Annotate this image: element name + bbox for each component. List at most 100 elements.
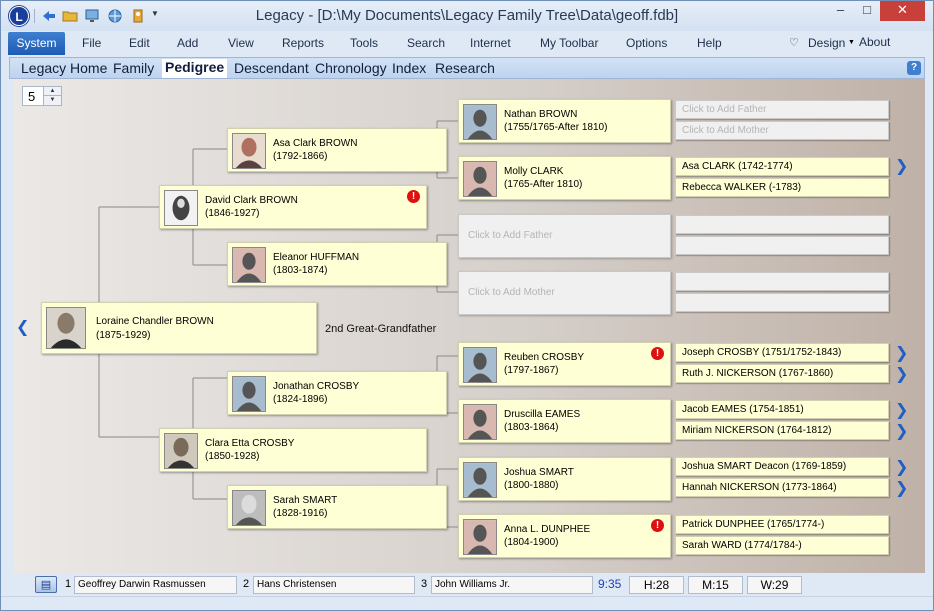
tab-search[interactable]: Search — [407, 36, 445, 50]
minimize-button[interactable]: – — [827, 1, 854, 21]
gen5-slot[interactable] — [675, 272, 889, 291]
tab-research[interactable]: Research — [435, 60, 495, 76]
tab-add[interactable]: Add — [177, 36, 198, 50]
person-name: Nathan BROWN — [504, 109, 578, 120]
person-name: Molly CLARK — [504, 166, 564, 177]
person-dates: (1846-1927) — [205, 208, 260, 219]
person-card-gg-7[interactable]: Joshua SMART (1800-1880) — [458, 457, 671, 501]
gen5-slot[interactable]: Asa CLARK (1742-1774) — [675, 157, 889, 176]
gen5-slot[interactable]: Jacob EAMES (1754-1851) — [675, 400, 889, 419]
book-icon[interactable]: ▤ — [35, 576, 57, 593]
gen5-slot[interactable]: Hannah NICKERSON (1773-1864) — [675, 478, 889, 497]
tab-family[interactable]: Family — [113, 60, 154, 76]
tab-view[interactable]: View — [228, 36, 254, 50]
tab-options[interactable]: Options — [626, 36, 667, 50]
person-dates: (1824-1896) — [273, 394, 328, 405]
gen5-slot[interactable]: Rebecca WALKER (-1783) — [675, 178, 889, 197]
tab-help[interactable]: Help — [697, 36, 722, 50]
chevron-right-icon[interactable]: ❯ — [895, 421, 908, 441]
person-card-gg-6[interactable]: Druscilla EAMES (1803-1864) — [458, 399, 671, 443]
person-dates: (1850-1928) — [205, 451, 260, 462]
male-silhouette-icon — [463, 347, 497, 383]
gen5-slot[interactable]: Sarah WARD (1774/1784-) — [675, 536, 889, 555]
person-card-maternal-grandmother[interactable]: Sarah SMART (1828-1916) — [227, 485, 447, 529]
chevron-right-icon[interactable]: ❯ — [895, 343, 908, 363]
window-title: Legacy - [D:\My Documents\Legacy Family … — [255, 7, 679, 24]
clock-time: 9:35 — [598, 577, 622, 591]
tab-my-toolbar[interactable]: My Toolbar — [540, 36, 598, 50]
person-dates: (1797-1867) — [504, 365, 559, 376]
tab-reports[interactable]: Reports — [282, 36, 324, 50]
person-dates: (1875-1929) — [96, 330, 151, 341]
person-card-gg-2[interactable]: Molly CLARK (1765-After 1810) — [458, 156, 671, 200]
chevron-right-icon[interactable]: ❯ — [895, 457, 908, 477]
person-card-paternal-grandfather[interactable]: Asa Clark BROWN (1792-1866) — [227, 128, 447, 172]
chevron-right-icon[interactable]: ❯ — [895, 478, 908, 498]
about-menu[interactable]: About — [859, 35, 890, 49]
person-name: Loraine Chandler BROWN — [96, 316, 214, 327]
gen5-slot[interactable]: Click to Add Father — [675, 100, 889, 119]
ribbon-tabs: System File Edit Add View Reports Tools … — [1, 32, 933, 55]
bookmark-number: 3 — [421, 578, 428, 590]
close-button[interactable]: ✕ — [880, 1, 925, 21]
tab-pedigree[interactable]: Pedigree — [162, 59, 228, 78]
portrait-photo — [232, 490, 266, 526]
male-silhouette-icon — [463, 104, 497, 140]
portrait-photo — [46, 307, 86, 349]
portrait-photo — [232, 133, 266, 169]
tab-file[interactable]: File — [82, 36, 101, 50]
add-mother-card[interactable]: Click to Add Mother — [458, 271, 671, 315]
tab-system[interactable]: System — [8, 32, 65, 55]
tab-descendant[interactable]: Descendant — [234, 60, 309, 76]
chevron-right-icon[interactable]: ❯ — [895, 156, 908, 176]
person-dates: (1792-1866) — [273, 151, 328, 162]
gen5-slot[interactable] — [675, 236, 889, 255]
gen5-slot[interactable]: Miriam NICKERSON (1764-1812) — [675, 421, 889, 440]
tab-chronology[interactable]: Chronology — [315, 60, 387, 76]
person-card-root[interactable]: Loraine Chandler BROWN (1875-1929) — [41, 302, 317, 354]
tab-legacy-home[interactable]: Legacy Home — [21, 60, 107, 76]
tab-edit[interactable]: Edit — [129, 36, 150, 50]
warning-icon[interactable]: ! — [651, 519, 664, 532]
chevron-right-icon[interactable]: ❯ — [895, 400, 908, 420]
gen5-slot[interactable]: Joshua SMART Deacon (1769-1859) — [675, 457, 889, 476]
person-name: Joshua SMART — [504, 467, 574, 478]
person-card-father[interactable]: David Clark BROWN (1846-1927) ! — [159, 185, 427, 229]
warning-icon[interactable]: ! — [407, 190, 420, 203]
status-bar: ▤ 1 Geoffrey Darwin Rasmussen 2 Hans Chr… — [1, 575, 933, 595]
gen5-slot[interactable]: Patrick DUNPHEE (1765/1774-) — [675, 515, 889, 534]
person-name: Eleanor HUFFMAN — [273, 252, 360, 263]
person-card-gg-8[interactable]: Anna L. DUNPHEE (1804-1900) ! — [458, 514, 671, 558]
tab-index[interactable]: Index — [392, 60, 426, 76]
gen5-slot[interactable] — [675, 293, 889, 312]
heart-icon[interactable]: ♡ — [789, 36, 799, 49]
person-card-paternal-grandmother[interactable]: Eleanor HUFFMAN (1803-1874) — [227, 242, 447, 286]
gen5-slot[interactable]: Joseph CROSBY (1751/1752-1843) — [675, 343, 889, 362]
help-icon[interactable]: ? — [907, 61, 921, 75]
gen5-slot[interactable]: Click to Add Mother — [675, 121, 889, 140]
tab-internet[interactable]: Internet — [470, 36, 511, 50]
design-menu[interactable]: Design — [808, 36, 845, 50]
person-card-gg-5[interactable]: Reuben CROSBY (1797-1867) ! — [458, 342, 671, 386]
person-card-maternal-grandfather[interactable]: Jonathan CROSBY (1824-1896) — [227, 371, 447, 415]
chevron-left-icon[interactable]: ❮ — [16, 317, 29, 337]
female-silhouette-icon — [463, 519, 497, 555]
person-dates: (1803-1864) — [504, 422, 559, 433]
female-silhouette-icon — [463, 404, 497, 440]
person-card-gg-1[interactable]: Nathan BROWN (1755/1765-After 1810) — [458, 99, 671, 143]
warning-icon[interactable]: ! — [651, 347, 664, 360]
gen5-slot[interactable]: Ruth J. NICKERSON (1767-1860) — [675, 364, 889, 383]
portrait-photo — [164, 190, 198, 226]
bookmark-slot[interactable]: John Williams Jr. — [431, 576, 593, 594]
title-bar: L ▼ Legacy - [D:\My Documents\Legacy Fam… — [1, 1, 933, 31]
bookmark-slot[interactable]: Hans Christensen — [253, 576, 415, 594]
tab-tools[interactable]: Tools — [350, 36, 378, 50]
gen5-slot[interactable] — [675, 215, 889, 234]
female-silhouette-icon — [232, 247, 266, 283]
bookmark-slot[interactable]: Geoffrey Darwin Rasmussen — [74, 576, 237, 594]
chevron-right-icon[interactable]: ❯ — [895, 364, 908, 384]
add-father-card[interactable]: Click to Add Father — [458, 214, 671, 258]
person-dates: (1755/1765-After 1810) — [504, 122, 608, 133]
maximize-button[interactable]: □ — [854, 1, 880, 21]
person-card-mother[interactable]: Clara Etta CROSBY (1850-1928) — [159, 428, 427, 472]
